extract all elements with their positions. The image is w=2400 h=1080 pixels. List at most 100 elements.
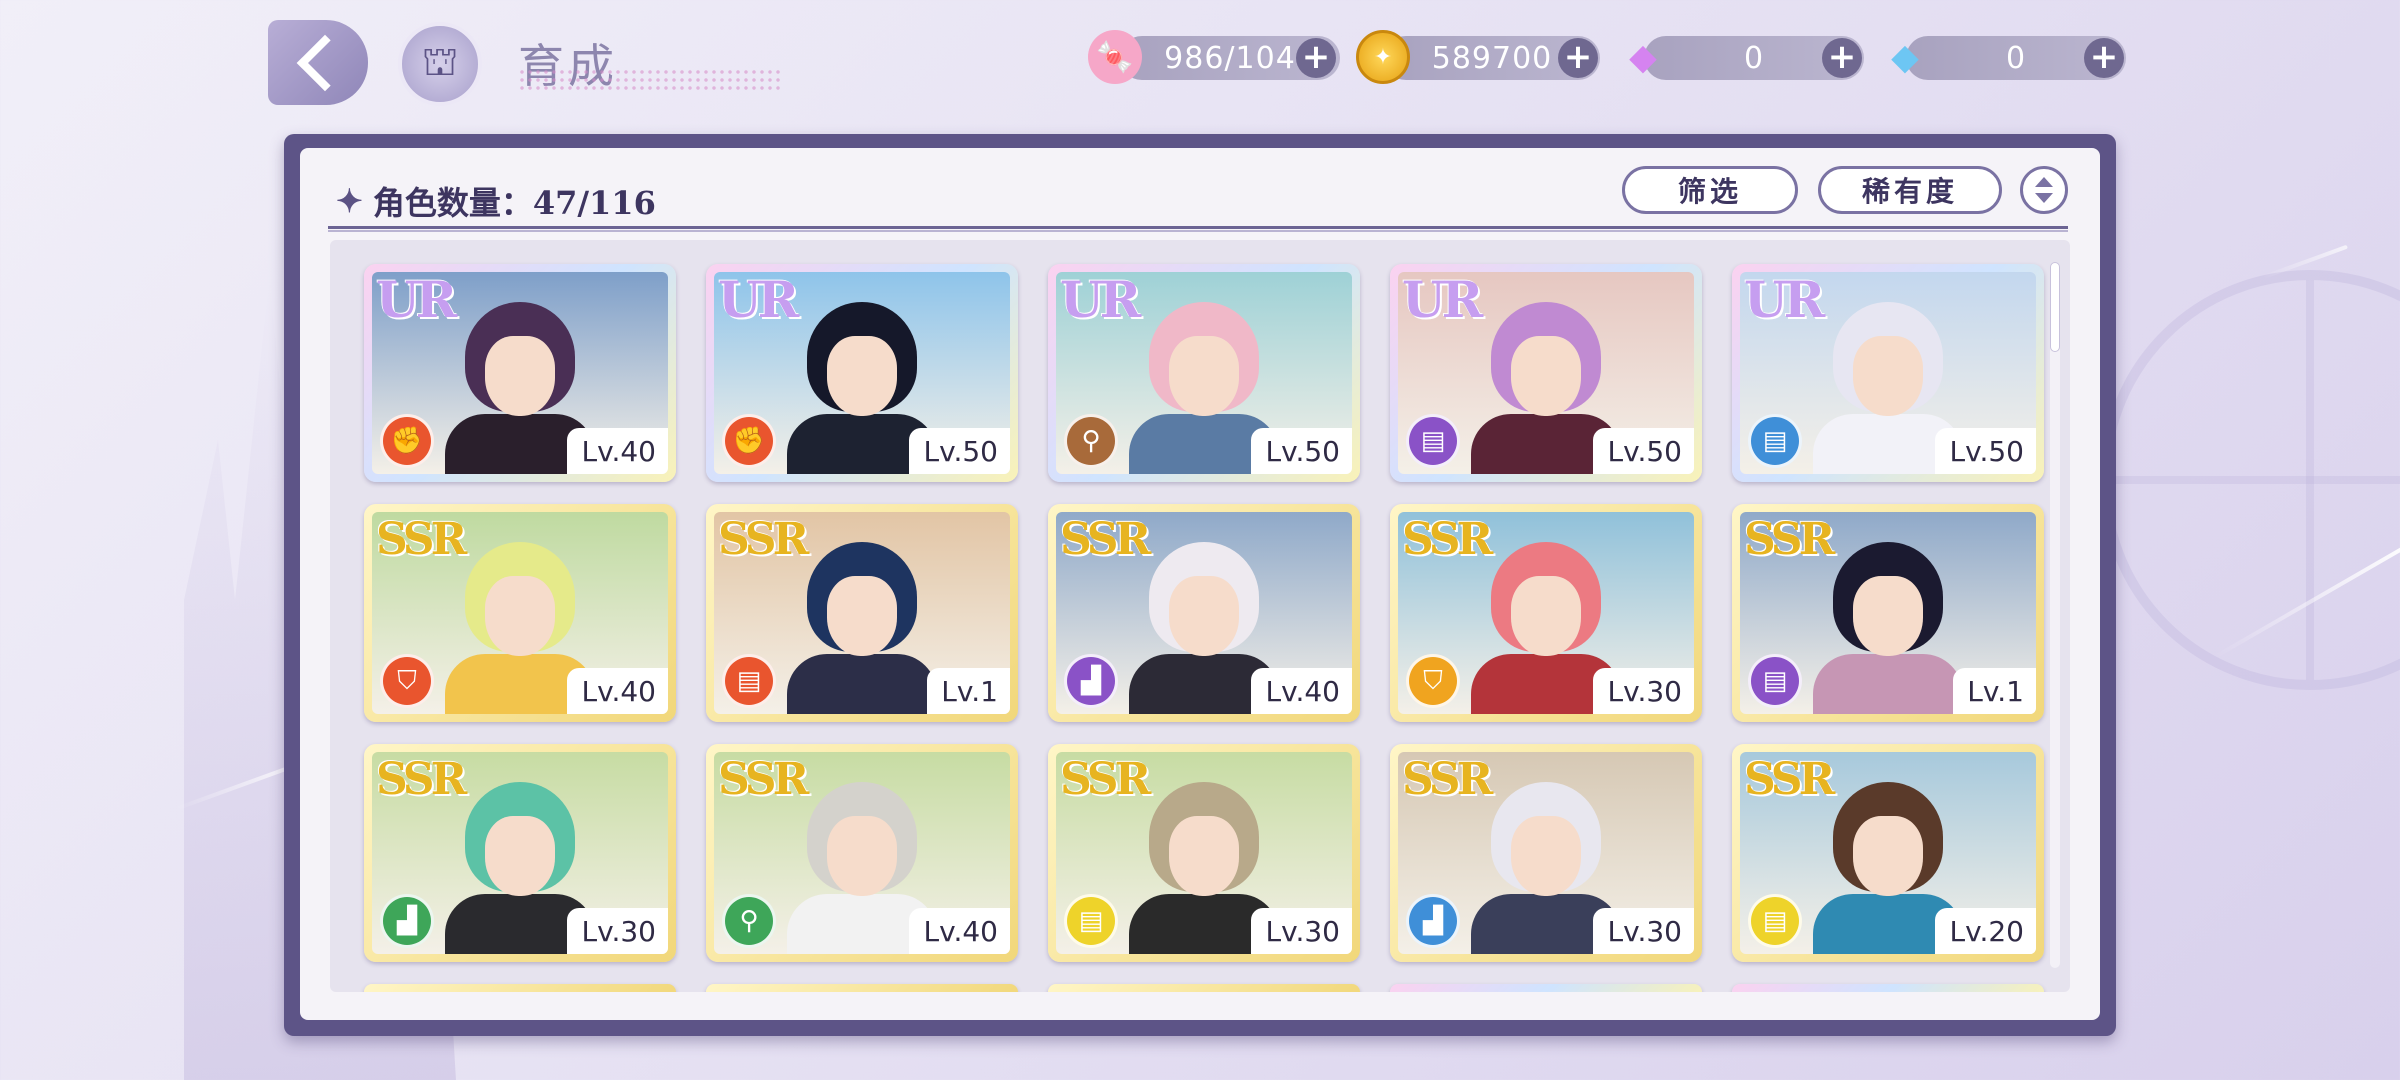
character-portrait: SSR ▤ Lv.1 [1740,512,2036,714]
sparkle-icon: ✦ [336,182,363,220]
filter-button[interactable]: 筛选 [1622,166,1798,214]
rarity-badge: UR [1744,272,1825,329]
character-face [1853,816,1923,896]
diamond-icon: ◆ [1891,36,1919,78]
character-grid[interactable]: UR ✊ Lv.40 UR ✊ Lv.50 UR ⚲ Lv.50 UR ▤ Lv.50 UR ▤ Lv.50… [330,240,2070,992]
character-portrait: SSR ▟ Lv.30 [1398,752,1694,954]
level-label: Lv.40 [567,428,668,474]
rarity-badge: UR [718,272,799,329]
character-face [1169,576,1239,656]
character-face [1169,336,1239,416]
rarity-badge: SSR [1744,514,1835,565]
character-card-partial[interactable] [1390,984,1702,992]
diamond-add-button[interactable]: + [2084,38,2124,78]
character-card-partial[interactable] [364,984,676,992]
rarity-badge: SSR [1744,754,1835,805]
rarity-badge: UR [376,272,457,329]
coin-icon: ✦ [1356,30,1410,84]
character-card[interactable]: SSR ⛉ Lv.40 [364,504,676,722]
character-card[interactable]: UR ⚲ Lv.50 [1048,264,1360,482]
character-face [1853,576,1923,656]
character-outfit [787,654,937,714]
character-face [485,576,555,656]
back-button[interactable] [268,20,368,105]
wand-icon: ⚲ [722,894,776,948]
book-icon: ▤ [1406,414,1460,468]
grid-scrollbar-track[interactable] [2050,262,2060,968]
character-card-partial[interactable] [1732,984,2044,992]
panel-divider [328,226,2068,232]
level-label: Lv.40 [567,668,668,714]
level-label: Lv.30 [1593,668,1694,714]
home-castle-button[interactable]: ⛫ [398,22,482,106]
character-card-partial[interactable] [1048,984,1360,992]
rarity-badge: SSR [376,754,467,805]
boot-icon: ▟ [1406,894,1460,948]
level-label: Lv.30 [1593,908,1694,954]
rarity-badge: UR [1402,272,1483,329]
character-face [1853,336,1923,416]
character-card[interactable]: SSR ▟ Lv.30 [364,744,676,962]
character-card[interactable]: SSR ▤ Lv.20 [1732,744,2044,962]
book-icon: ▤ [1748,654,1802,708]
character-card-partial[interactable] [706,984,1018,992]
character-figure [787,534,937,714]
rarity-badge: SSR [376,514,467,565]
character-face [1169,816,1239,896]
character-face [485,336,555,416]
character-portrait: UR ▤ Lv.50 [1398,272,1694,474]
level-label: Lv.50 [1251,428,1352,474]
coin-add-button[interactable]: + [1558,38,1598,78]
character-card[interactable]: SSR ▤ Lv.30 [1048,744,1360,962]
rarity-badge: SSR [718,754,809,805]
character-portrait: SSR ⚲ Lv.40 [714,752,1010,954]
character-portrait: SSR ▟ Lv.30 [372,752,668,954]
character-card[interactable]: SSR ⛉ Lv.30 [1390,504,1702,722]
sort-order-toggle[interactable] [2020,166,2068,214]
level-label: Lv.1 [1953,668,2036,714]
character-face [827,816,897,896]
rarity-badge: SSR [718,514,809,565]
shield-icon: ⛉ [380,654,434,708]
character-figure [1813,534,1963,714]
boot-icon: ▟ [380,894,434,948]
character-card[interactable]: SSR ▤ Lv.1 [1732,504,2044,722]
character-face [1511,816,1581,896]
rarity-badge: UR [1060,272,1141,329]
character-portrait: SSR ▤ Lv.1 [714,512,1010,714]
level-label: Lv.20 [1935,908,2036,954]
rarity-badge: SSR [1060,754,1151,805]
character-face [1511,576,1581,656]
character-card[interactable]: SSR ▟ Lv.40 [1048,504,1360,722]
character-card[interactable]: UR ▤ Lv.50 [1390,264,1702,482]
character-card[interactable]: SSR ▤ Lv.1 [706,504,1018,722]
level-label: Lv.50 [909,428,1010,474]
rarity-sort-button[interactable]: 稀有度 [1818,166,2002,214]
character-card[interactable]: UR ▤ Lv.50 [1732,264,2044,482]
character-face [485,816,555,896]
character-portrait: UR ✊ Lv.40 [372,272,668,474]
title-script-decoration [518,68,780,94]
character-face [827,576,897,656]
fist-icon: ✊ [380,414,434,468]
character-card[interactable]: SSR ⚲ Lv.40 [706,744,1018,962]
level-label: Lv.50 [1593,428,1694,474]
character-card[interactable]: UR ✊ Lv.40 [364,264,676,482]
character-portrait: SSR ⛉ Lv.30 [1398,512,1694,714]
grid-scrollbar-thumb[interactable] [2050,262,2060,352]
character-portrait: UR ✊ Lv.50 [714,272,1010,474]
book-icon: ▤ [722,654,776,708]
rarity-badge: SSR [1402,514,1493,565]
shield-icon: ⛉ [1406,654,1460,708]
character-portrait: SSR ▤ Lv.30 [1056,752,1352,954]
fist-icon: ✊ [722,414,776,468]
rainbow-gem-add-button[interactable]: + [1822,38,1862,78]
level-label: Lv.30 [567,908,668,954]
rarity-badge: SSR [1060,514,1151,565]
character-card[interactable]: SSR ▟ Lv.30 [1390,744,1702,962]
character-portrait: SSR ▤ Lv.20 [1740,752,2036,954]
castle-icon: ⛫ [421,38,459,85]
candy-add-button[interactable]: + [1296,38,1336,78]
character-card[interactable]: UR ✊ Lv.50 [706,264,1018,482]
level-label: Lv.30 [1251,908,1352,954]
